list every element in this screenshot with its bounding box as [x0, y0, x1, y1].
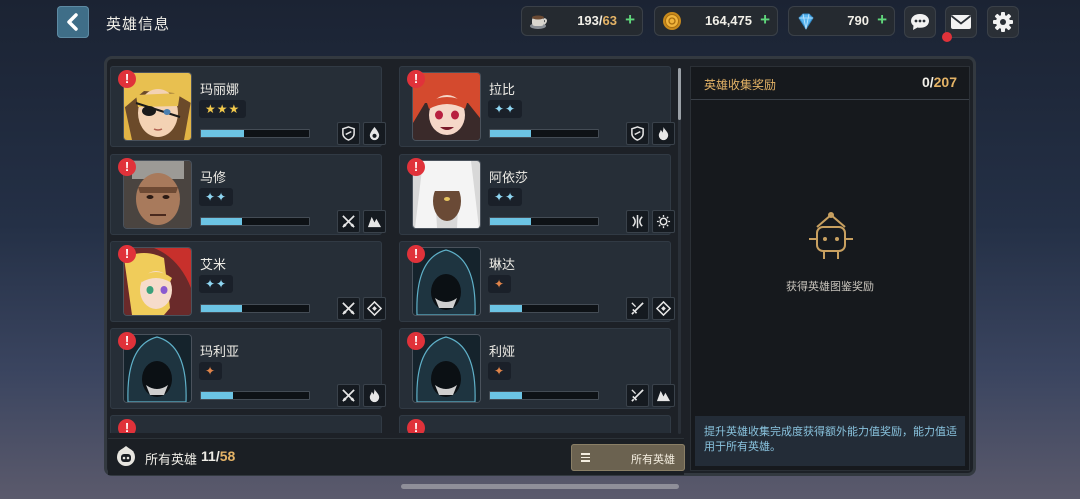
home-indicator[interactable]: [401, 484, 679, 489]
collection-reward-panel: 英雄收集奖励 0/207 获得英雄图鉴奖励 提升英雄收集完成度获得额外能力值奖励…: [690, 66, 970, 471]
collection-progress: 0/207: [921, 74, 957, 90]
hero-card[interactable]: ! 玛利亚 ✦: [110, 328, 386, 409]
alert-icon: !: [118, 158, 136, 176]
earth-icon: [363, 210, 386, 233]
menu-lines-icon: [581, 453, 590, 464]
hero-name: 马修: [200, 170, 227, 185]
chat-bubble-icon: [911, 14, 929, 30]
stamina-value: 193/63: [577, 13, 617, 28]
hero-xp-bar: [489, 129, 599, 138]
dagger-icon: [626, 297, 649, 320]
crossed-swords-icon: [337, 210, 360, 233]
add-stamina-button[interactable]: +: [625, 10, 635, 30]
alert-icon: !: [118, 70, 136, 88]
gold-coin-icon: [663, 12, 681, 30]
filter-all-heroes-button[interactable]: 所有英雄: [571, 444, 685, 471]
crossed-swords-icon: [337, 297, 360, 320]
settings-button[interactable]: [987, 6, 1019, 38]
notification-dot: [942, 32, 952, 42]
diamond-icon: [798, 13, 814, 30]
hero-card[interactable]: ! 利娅 ✦: [399, 328, 675, 409]
crossed-swords-icon: [337, 384, 360, 407]
dagger-icon: [626, 384, 649, 407]
gear-icon: [993, 12, 1013, 32]
hero-name: 玛丽娜: [200, 82, 240, 97]
hero-card[interactable]: ! 马修 ✦✦: [110, 154, 386, 235]
hero-card[interactable]: ! 艾米 ✦✦: [110, 241, 386, 322]
gold-resource[interactable]: 164,475 +: [654, 6, 778, 36]
hero-mascot-icon: [117, 446, 135, 466]
fire-icon: [652, 122, 675, 145]
back-button[interactable]: [57, 6, 89, 38]
hero-card[interactable]: !: [110, 415, 382, 433]
hero-xp-bar: [200, 217, 310, 226]
light-icon: [652, 210, 675, 233]
hero-name: 艾米: [200, 257, 227, 272]
stamina-resource[interactable]: 193/63 +: [521, 6, 643, 36]
chat-button[interactable]: [904, 6, 936, 38]
gold-value: 164,475: [705, 13, 752, 28]
earth-icon: [652, 384, 675, 407]
collection-reward-description: 提升英雄收集完成度获得额外能力值奖励，能力值适用于所有英雄。: [695, 416, 965, 466]
magic-rune-icon: [363, 297, 386, 320]
hero-xp-bar: [489, 391, 599, 400]
envelope-icon: [950, 15, 972, 29]
chevron-left-icon: [67, 13, 78, 31]
hero-card[interactable]: ! 拉比 ✦✦: [399, 66, 675, 147]
alert-icon: !: [407, 332, 425, 350]
hero-stars: ✦: [199, 362, 223, 380]
collection-reward-header: 英雄收集奖励 0/207: [691, 67, 969, 100]
owned-heroes-label: 所有英雄: [145, 452, 198, 467]
hero-stars: ✦✦: [488, 100, 523, 118]
hero-list-scrollbar[interactable]: [678, 68, 681, 434]
hero-xp-bar: [200, 391, 310, 400]
hero-stars: ✦: [488, 275, 512, 293]
hero-name: 琳达: [489, 257, 516, 272]
gem-resource[interactable]: 790 +: [788, 6, 895, 36]
shield-icon: [626, 122, 649, 145]
empty-reward-text: 获得英雄图鉴奖励: [786, 281, 874, 293]
hero-stars: ✦: [488, 362, 512, 380]
empty-reward-icon: [809, 212, 853, 259]
hero-xp-bar: [200, 129, 310, 138]
alert-icon: !: [118, 332, 136, 350]
alert-icon: !: [407, 245, 425, 263]
add-gems-button[interactable]: +: [877, 10, 887, 30]
add-gold-button[interactable]: +: [760, 10, 770, 30]
fire-icon: [363, 384, 386, 407]
hero-list[interactable]: ! 玛丽娜 ★★★ ! 拉比 ✦✦ ! 马修 ✦✦ ! 阿依莎 ✦✦ ! 艾米 …: [110, 62, 676, 433]
hero-name: 利娅: [489, 344, 516, 359]
alert-icon: !: [118, 245, 136, 263]
water-drop-icon: [363, 122, 386, 145]
hero-stars: ✦✦: [199, 275, 234, 293]
hero-xp-bar: [489, 217, 599, 226]
hero-stars: ✦✦: [199, 188, 234, 206]
page-title: 英雄信息: [106, 16, 171, 33]
hero-name: 拉比: [489, 82, 516, 97]
gem-value: 790: [847, 13, 869, 28]
hero-card[interactable]: !: [399, 415, 671, 433]
alert-icon: !: [407, 158, 425, 176]
owned-heroes-count: 11/58: [201, 448, 236, 464]
hero-stars: ✦✦: [488, 188, 523, 206]
magic-rune-icon: [652, 297, 675, 320]
alert-icon: !: [118, 419, 136, 433]
hero-xp-bar: [200, 304, 310, 313]
hero-card[interactable]: ! 玛丽娜 ★★★: [110, 66, 386, 147]
alert-icon: !: [407, 419, 425, 433]
hero-card[interactable]: ! 阿依莎 ✦✦: [399, 154, 675, 235]
shield-icon: [337, 122, 360, 145]
hero-name: 玛利亚: [200, 344, 240, 359]
hero-card[interactable]: ! 琳达 ✦: [399, 241, 675, 322]
coffee-cup-icon: [530, 15, 547, 29]
alert-icon: !: [407, 70, 425, 88]
bow-icon: [626, 210, 649, 233]
hero-stars: ★★★: [199, 100, 247, 118]
hero-xp-bar: [489, 304, 599, 313]
collection-reward-title: 英雄收集奖励: [704, 78, 777, 92]
mail-button[interactable]: [942, 6, 977, 42]
hero-name: 阿依莎: [489, 170, 529, 185]
